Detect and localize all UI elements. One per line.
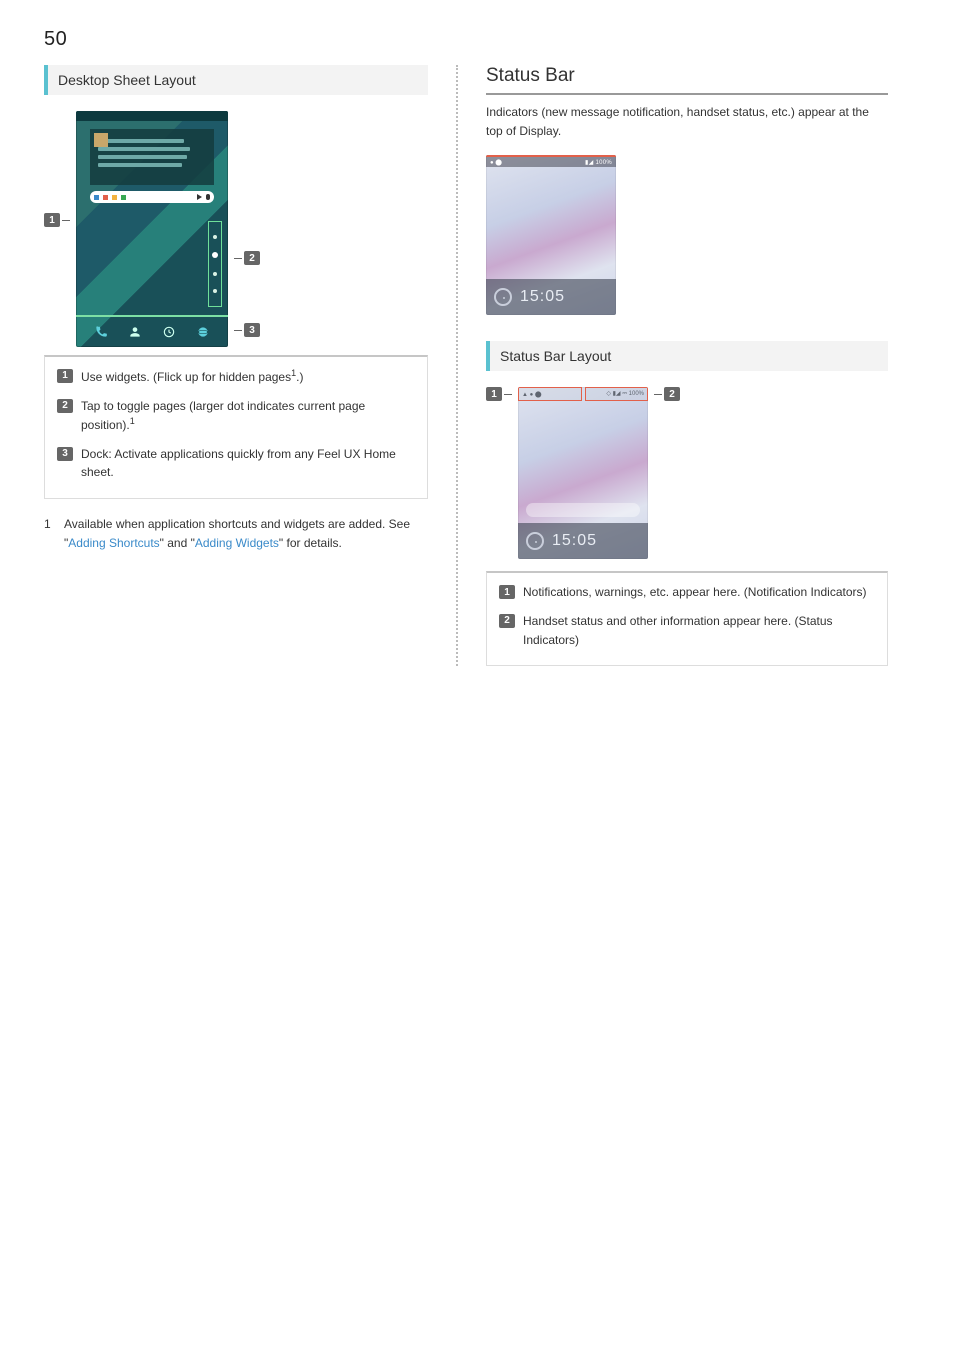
sbar-left-icons: ● ⬤	[490, 159, 502, 166]
figure-label-2: 2	[234, 251, 260, 265]
widget-area	[90, 129, 214, 185]
callout2-item-1: 1 Notifications, warnings, etc. appear h…	[499, 583, 875, 602]
heading-status-bar-layout: Status Bar Layout	[486, 341, 888, 371]
clock-time: 15:05	[520, 288, 565, 306]
status-bar-intro: Indicators (new message notification, ha…	[486, 103, 888, 141]
clock-time-2: 15:05	[552, 532, 597, 550]
heading-status-bar: Status Bar	[486, 65, 888, 95]
figure-status-bar: ● ⬤ ▮◢ 100% 15:05	[486, 155, 616, 315]
dock-clock-icon	[160, 323, 178, 341]
footnote-1: 1 Available when application shortcuts a…	[44, 515, 428, 552]
dock-browser-icon	[194, 323, 212, 341]
heading-desktop-sheet-layout: Desktop Sheet Layout	[44, 65, 428, 95]
badge-1: 1	[44, 213, 60, 227]
search-stub	[526, 503, 640, 517]
figure2-label-2: 2	[654, 387, 680, 401]
callout2-item-2: 2 Handset status and other information a…	[499, 612, 875, 649]
dock-phone-icon	[92, 323, 110, 341]
status-bar-strip: ● ⬤ ▮◢ 100%	[486, 155, 616, 167]
right-column: Status Bar Indicators (new message notif…	[458, 65, 888, 666]
left-column: Desktop Sheet Layout 1 2 3	[44, 65, 458, 666]
figure-label-1: 1	[44, 213, 70, 227]
dock-contact-icon	[126, 323, 144, 341]
status-area: ◇ ▮◢ ⎓ 100%	[585, 387, 649, 401]
notification-area: ▲ ● ⬤	[518, 387, 582, 401]
figure-label-3: 3	[234, 323, 260, 337]
link-adding-widgets[interactable]: Adding Widgets	[195, 536, 279, 550]
badge-3: 3	[244, 323, 260, 337]
page-indicator	[208, 221, 222, 307]
callout-item-3: 3 Dock: Activate applications quickly fr…	[57, 445, 415, 482]
callout-item-1: 1 Use widgets. (Flick up for hidden page…	[57, 367, 415, 387]
link-adding-shortcuts[interactable]: Adding Shortcuts	[68, 536, 159, 550]
widget-icon	[94, 133, 108, 147]
clock-area-2: 15:05	[518, 523, 648, 559]
phone-screenshot	[76, 111, 228, 347]
callout-list: 1 Use widgets. (Flick up for hidden page…	[44, 355, 428, 499]
dock	[76, 315, 228, 347]
callout-list-2: 1 Notifications, warnings, etc. appear h…	[486, 571, 888, 666]
clock-area: 15:05	[486, 279, 616, 315]
sbar-right-icons: ▮◢ 100%	[585, 159, 612, 166]
clock-icon	[494, 288, 512, 306]
clock-icon	[526, 532, 544, 550]
badge-2: 2	[244, 251, 260, 265]
page-number: 50	[44, 28, 910, 51]
figure2-label-1: 1	[486, 387, 512, 401]
figure-desktop-sheet: 1 2 3	[44, 111, 260, 347]
phone-screenshot-2: ▲ ● ⬤ ◇ ▮◢ ⎓ 100% 15:05	[518, 387, 648, 559]
search-bar	[90, 191, 214, 203]
figure-status-bar-layout: 1 ▲ ● ⬤ ◇ ▮◢ ⎓ 100% 15:05 2	[486, 387, 888, 559]
callout-item-2: 2 Tap to toggle pages (larger dot indica…	[57, 397, 415, 435]
